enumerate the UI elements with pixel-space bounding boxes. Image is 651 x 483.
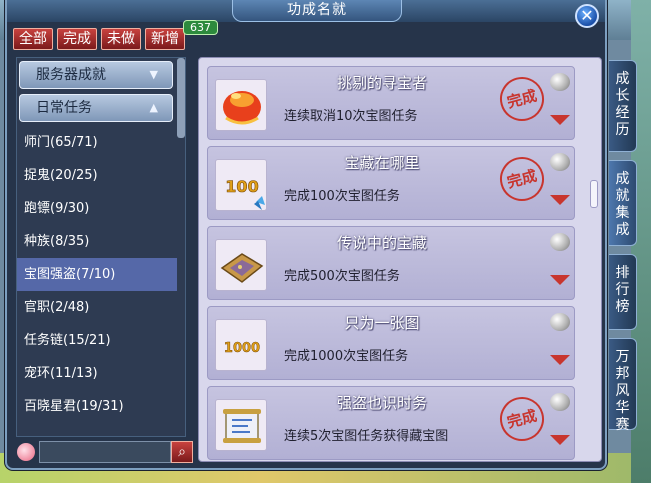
expand-arrow-icon[interactable] [550,115,570,125]
achievement-name: 传说中的宝藏 [336,234,427,252]
achievement-desc: 完成100次宝图任务 [284,189,400,204]
sidebar-item-renwulian[interactable]: 任务链(15/21) [17,324,177,357]
completed-stamp: 完成 [495,72,549,126]
filter-tabs: 全部 完成 未做 新增 [13,28,185,52]
filter-tab-all[interactable]: 全部 [13,28,53,50]
chevron-up-icon: ▲ [149,101,158,114]
expand-arrow-icon[interactable] [550,355,570,365]
category-header-server[interactable]: 服务器成就 ▼ [19,61,173,89]
close-button[interactable]: ✕ [575,4,599,28]
tab-wanbang-contest[interactable]: 万邦风华赛 [609,338,637,433]
achievement-desc: 连续取消10次宝图任务 [284,109,418,124]
sidebar-item-guanzhi[interactable]: 官职(2/48) [17,291,177,324]
filter-tab-completed[interactable]: 完成 [57,28,97,50]
expand-arrow-icon[interactable] [550,195,570,205]
category-header-daily[interactable]: 日常任务 ▲ [19,94,173,122]
achievement-card: 100 宝藏在哪里 完成100次宝图任务 完成 [207,146,575,220]
treasure-map-icon [215,239,267,291]
sidebar-item-zhuogui[interactable]: 捉鬼(20/25) [17,159,177,192]
subcategory-list: 师门(65/71) 捉鬼(20/25) 跑镖(9/30) 种族(8/35) 宝图… [17,126,177,423]
search-icon: ⌕ [178,444,186,460]
tab-achievement-collection[interactable]: 成就集成 [609,160,637,246]
pearl-icon [550,233,570,251]
expand-arrow-icon[interactable] [550,275,570,285]
close-icon: ✕ [580,6,594,25]
achievement-desc: 完成500次宝图任务 [284,269,400,284]
tab-leaderboard[interactable]: 排行榜 [609,254,637,330]
red-orb-icon [215,79,267,131]
achievement-list: 挑剔的寻宝者 连续取消10次宝图任务 完成 100 宝藏在哪里 完成100次宝图… [198,57,602,462]
achievement-card: 强盗也识时务 连续5次宝图任务获得藏宝图 完成 [207,386,575,460]
icon-text: 1000 [224,341,260,356]
achievement-desc: 完成1000次宝图任务 [284,349,409,364]
expand-arrow-icon[interactable] [550,435,570,445]
peach-icon [17,443,35,461]
filter-tab-unfinished[interactable]: 未做 [101,28,141,50]
achievement-card: 挑剔的寻宝者 连续取消10次宝图任务 完成 [207,66,575,140]
tab-growth[interactable]: 成长经历 [609,60,637,152]
achievement-card: 传说中的宝藏 完成500次宝图任务 [207,226,575,300]
sidebar-item-paobiao[interactable]: 跑镖(9/30) [17,192,177,225]
completed-stamp: 完成 [495,392,549,446]
scroll-icon [215,399,267,451]
sidebar-scrollbar[interactable] [177,58,185,138]
completed-stamp: 完成 [495,152,549,206]
pearl-icon [550,153,570,171]
pearl-icon [550,73,570,91]
1000-badge-icon: 1000 [215,319,267,371]
chevron-down-icon: ▼ [149,68,158,81]
sidebar-item-baixiao[interactable]: 百晓星君(19/31) [17,390,177,423]
achievement-desc: 连续5次宝图任务获得藏宝图 [284,429,449,444]
pearl-icon [550,313,570,331]
achievement-window: 功成名就 全部 完成 未做 新增 637 服务器成就 ▼ 日常任务 ▲ 师门(6… [5,0,607,470]
category-header-label: 日常任务 [36,100,92,116]
filter-tab-new[interactable]: 新增 [145,28,185,50]
100-badge-icon: 100 [215,159,267,211]
sidebar-item-shimen[interactable]: 师门(65/71) [17,126,177,159]
achievement-scrollbar[interactable] [590,180,598,208]
search-input[interactable] [39,441,171,463]
search-button[interactable]: ⌕ [171,441,193,463]
pearl-icon [550,393,570,411]
sidebar-item-chonghuan[interactable]: 宠环(11/13) [17,357,177,390]
sidebar-item-zhongzu[interactable]: 种族(8/35) [17,225,177,258]
sidebar-item-baotu[interactable]: 宝图强盗(7/10) [17,258,177,291]
achievement-name: 强盗也识时务 [336,394,427,412]
category-sidebar: 服务器成就 ▼ 日常任务 ▲ 师门(65/71) 捉鬼(20/25) 跑镖(9/… [16,57,186,437]
window-title: 功成名就 [232,0,402,22]
new-count-badge: 637 [183,20,218,35]
achievement-card: 1000 只为一张图 完成1000次宝图任务 [207,306,575,380]
achievement-name: 挑剔的寻宝者 [336,74,427,92]
achievement-name: 宝藏在哪里 [344,154,420,172]
icon-text: 100 [225,177,258,196]
category-header-label: 服务器成就 [36,67,106,83]
achievement-name: 只为一张图 [344,314,420,332]
